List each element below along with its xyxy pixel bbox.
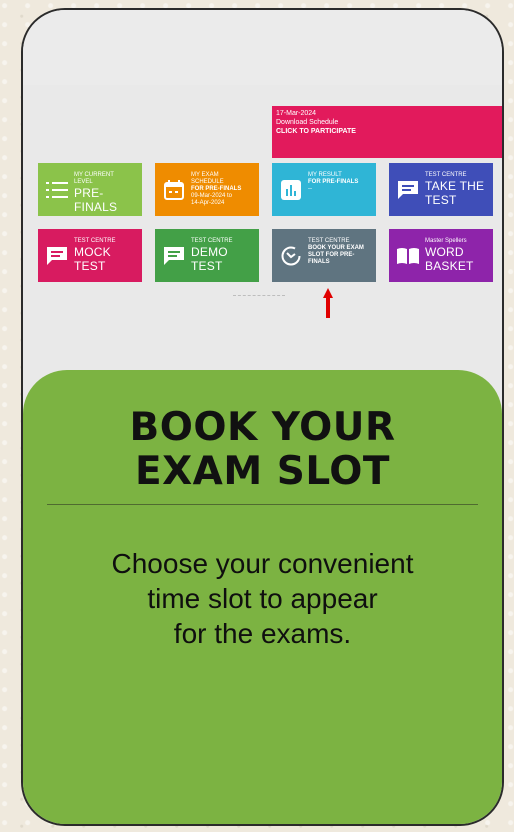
tile-label: SLOT FOR PRE- [308,252,355,258]
tile-book-exam-slot[interactable]: TEST CENTRE BOOK YOUR EXAM SLOT FOR PRE-… [272,229,376,282]
tile-take-the-test[interactable]: TEST CENTRE TAKE THE TEST [389,163,493,216]
tile-value: BASKET [425,259,474,273]
chat-icon [44,243,70,269]
phone-frame: 17-Mar-2024 Download Schedule CLICK TO P… [21,8,504,826]
tile-label: FOR PRE-FINALS [308,179,359,185]
description-line: time slot to appear [147,583,378,614]
tile-value: MOCK [74,245,111,259]
tile-label: LEVEL [74,179,93,185]
tile-label: TEST CENTRE [191,238,233,244]
tile-label: Master Spellers [425,238,467,244]
tile-label: FOR PRE-FINALS [191,186,242,192]
tile-word-basket[interactable]: Master Spellers WORD BASKET [389,229,493,282]
tile-value: TEST [74,259,106,273]
feature-title: BOOK YOUR EXAM SLOT [23,406,502,494]
tile-label: MY EXAM [191,172,219,178]
tile-label: BOOK YOUR EXAM [308,245,364,251]
tile-label: MY RESULT [308,172,342,178]
page-indicator [233,295,285,296]
timer-icon [278,243,304,269]
tile-date: 14-Apr-2024 [191,200,225,206]
chat-icon [161,243,187,269]
feature-description: Choose your convenient time slot to appe… [33,546,492,651]
tile-label: TEST CENTRE [308,238,350,244]
banner-download-schedule: Download Schedule [276,119,339,126]
divider [47,504,478,505]
tile-label: TEST CENTRE [425,172,467,178]
book-icon [395,243,421,269]
description-line: for the exams. [173,618,352,649]
feature-title-line: EXAM SLOT [134,449,391,494]
description-line: Choose your convenient [111,548,414,579]
banner-cta: CLICK TO PARTICIPATE [276,128,356,135]
participate-banner[interactable]: 17-Mar-2024 Download Schedule CLICK TO P… [272,106,502,158]
chat-icon [395,177,421,203]
tile-label: FINALS [308,259,330,265]
tile-label: MY CURRENT [74,172,114,178]
tile-value: TEST [425,193,457,207]
tile-date: 09-Mar-2024 to [191,193,233,199]
up-arrow-icon [323,288,333,318]
banner-date: 17-Mar-2024 [276,110,317,117]
feature-title-line: BOOK YOUR [129,405,396,450]
feature-card: BOOK YOUR EXAM SLOT Choose your convenie… [23,370,502,824]
screen-header-area [23,10,502,85]
calendar-icon [161,177,187,203]
tile-value: PRE- [74,186,104,200]
tile-demo-test[interactable]: TEST CENTRE DEMO TEST [155,229,259,282]
tile-my-result[interactable]: MY RESULT FOR PRE-FINALS -- [272,163,376,216]
tile-value: TAKE THE [425,179,485,193]
tile-label: TEST CENTRE [74,238,116,244]
list-icon [44,177,70,203]
tile-value: FINALS [74,200,118,214]
tile-my-exam-schedule[interactable]: MY EXAM SCHEDULE FOR PRE-FINALS 09-Mar-2… [155,163,259,216]
tile-mock-test[interactable]: TEST CENTRE MOCK TEST [38,229,142,282]
tile-value: TEST [191,259,223,273]
tile-value: DEMO [191,245,228,259]
tile-value: -- [308,186,312,192]
bar-chart-icon [278,177,304,203]
tile-value: WORD [425,245,464,259]
tile-label: SCHEDULE [191,179,224,185]
tile-my-current-level[interactable]: MY CURRENT LEVEL PRE- FINALS [38,163,142,216]
